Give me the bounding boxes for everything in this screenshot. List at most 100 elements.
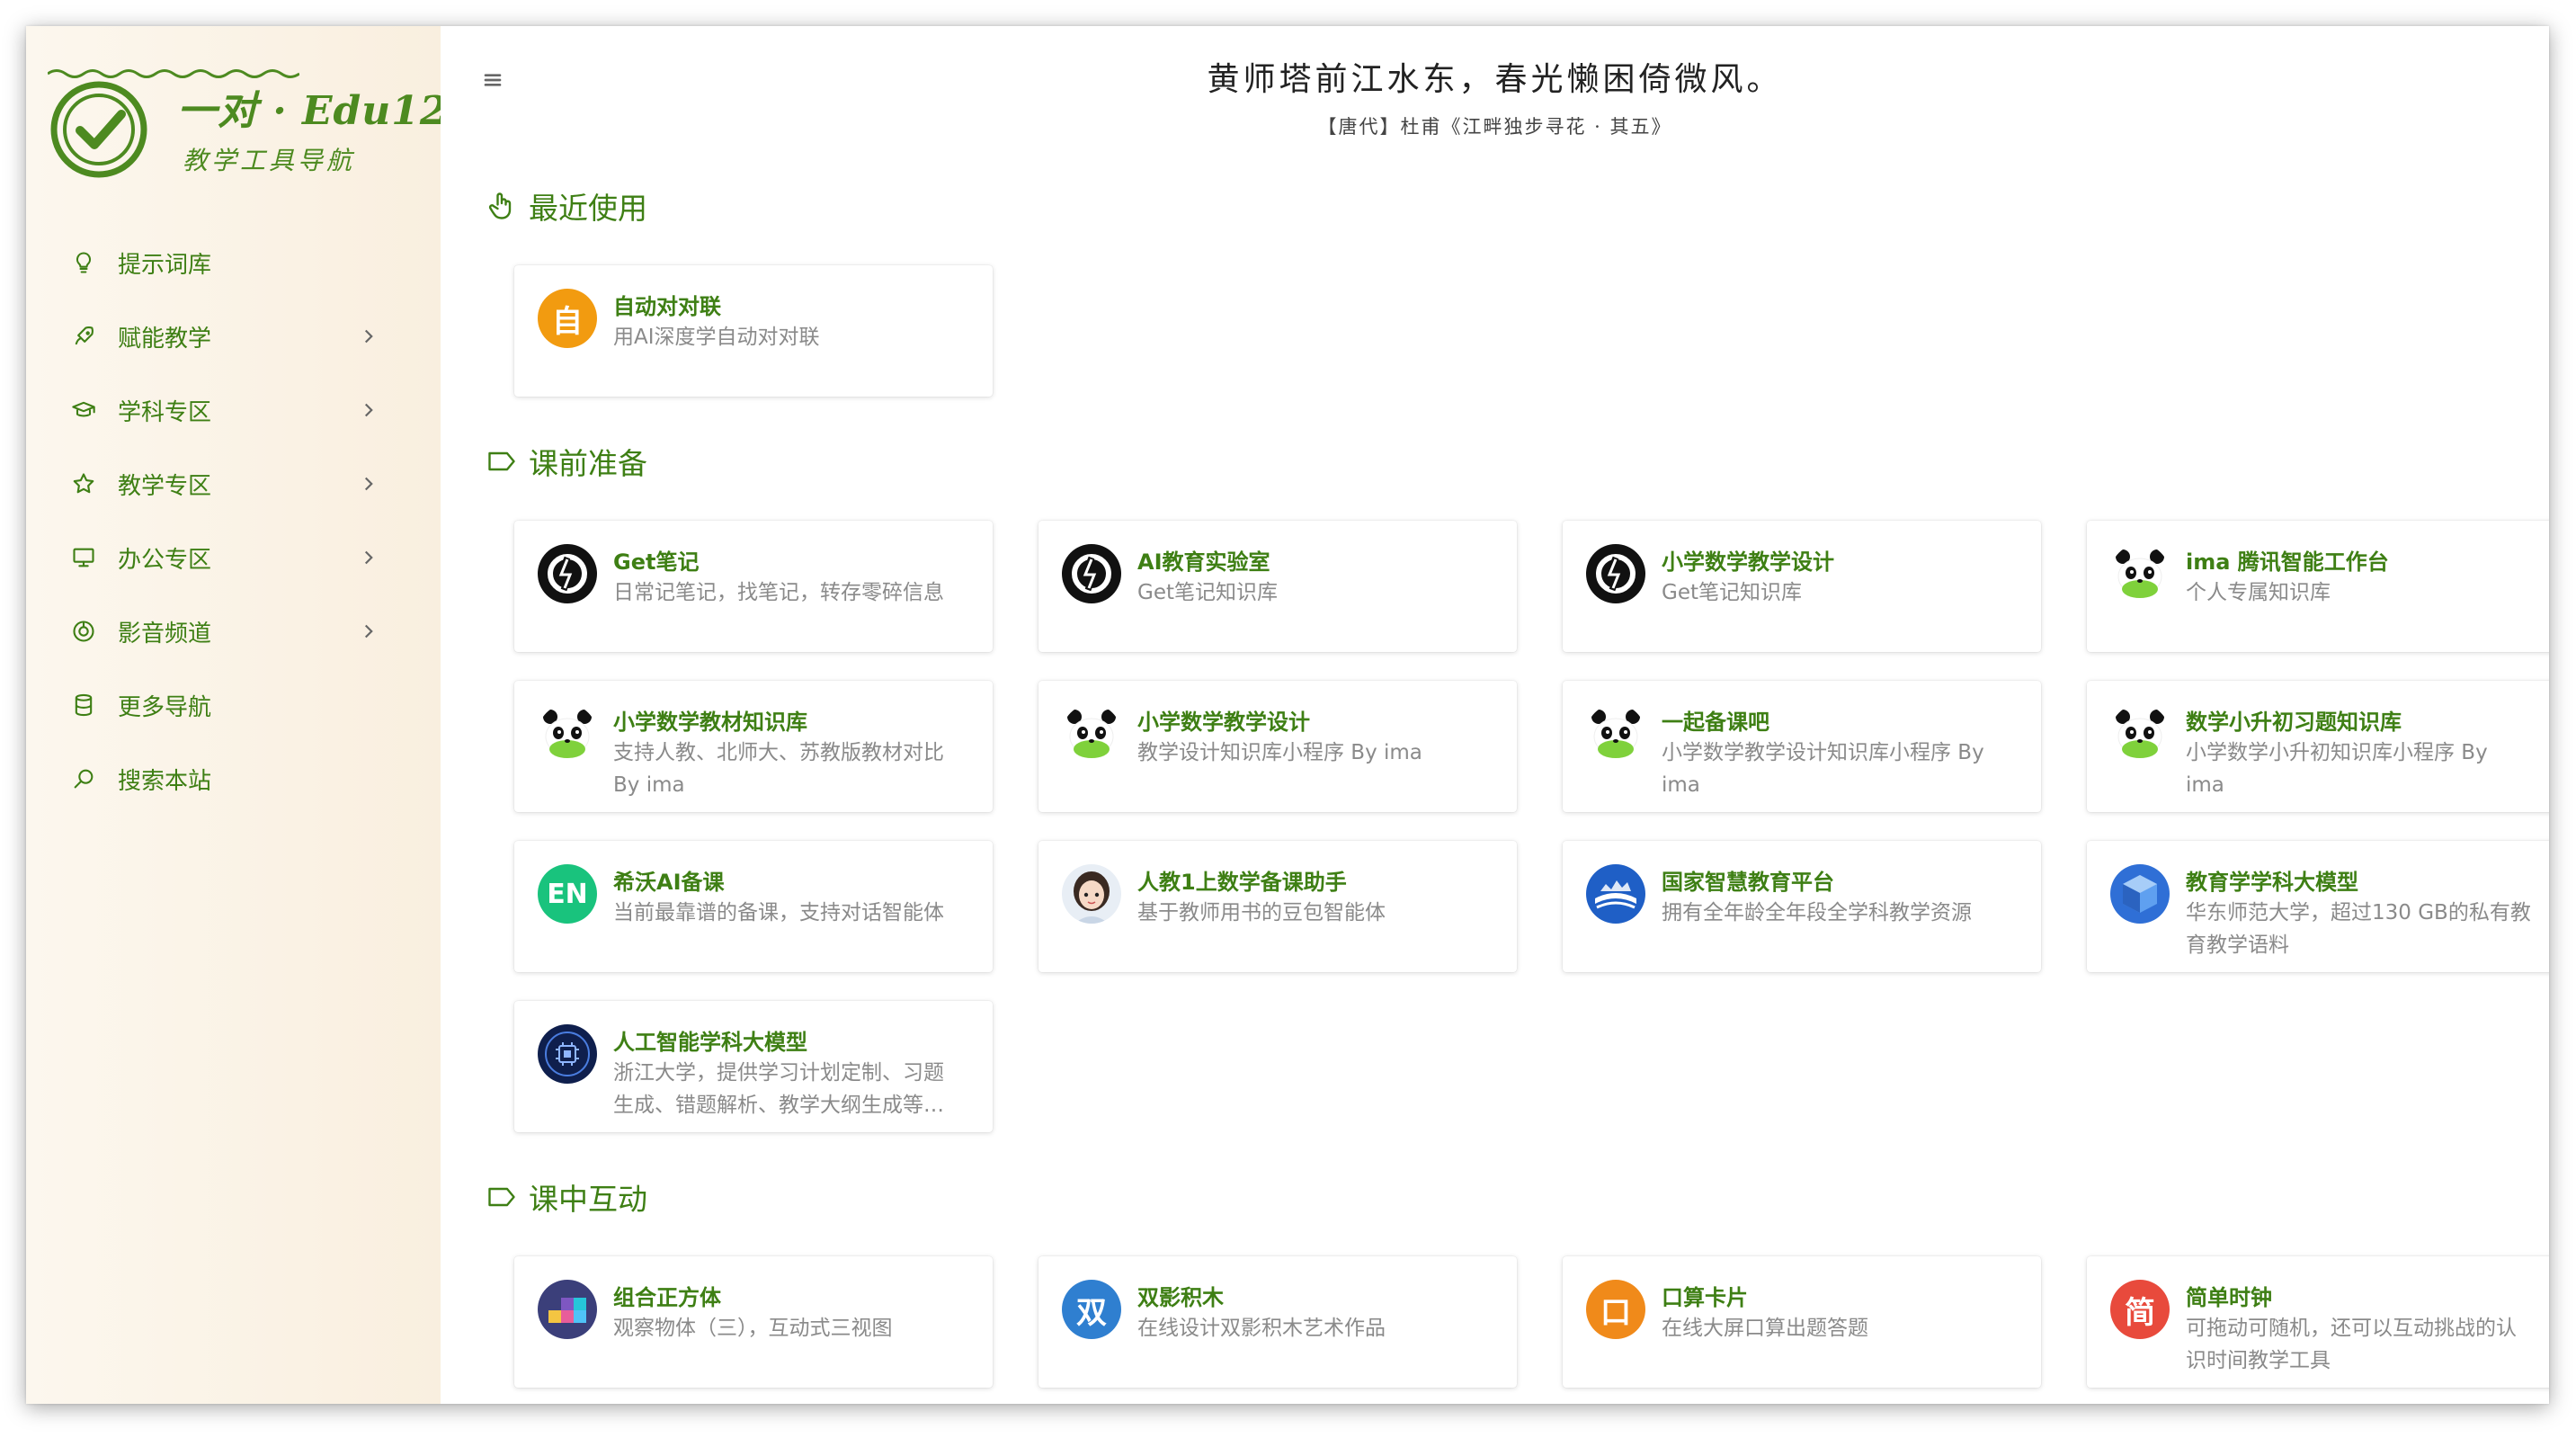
section-title-label: 课中互动 — [529, 1182, 647, 1217]
cube-logo-icon — [2110, 864, 2170, 924]
char-avatar: 自 — [538, 289, 597, 348]
tool-card-ima-workspace[interactable]: ima 腾讯智能工作台 个人专属知识库 — [2087, 521, 2549, 652]
hand-pointer-icon — [488, 192, 512, 219]
card-description: 可拖动可随机，还可以互动挑战的认识时间教学工具 — [2186, 1317, 2517, 1372]
char-avatar: 简 — [2110, 1280, 2170, 1339]
chevron-right-icon — [364, 624, 373, 639]
card-title: 人工智能学科大模型 — [613, 1030, 807, 1055]
tool-card-simple-clock[interactable]: 简 简单时钟 可拖动可随机，还可以互动挑战的认识时间教学工具 — [2087, 1256, 2549, 1388]
section-title-prep: 课前准备 — [486, 440, 647, 483]
get-logo-icon — [538, 544, 597, 603]
cubes-logo-icon — [538, 1280, 597, 1339]
card-description: 用AI深度学自动对对联 — [613, 326, 820, 349]
sidebar-item-more-nav[interactable]: 更多导航 — [26, 668, 441, 742]
chevron-right-icon — [364, 329, 373, 344]
sidebar-item-label: 办公专区 — [118, 546, 212, 574]
card-description: 小学数学小升初知识库小程序 By ima — [2186, 741, 2488, 797]
browser-window: 一对 · Edu123 教学工具导航 提示词库 赋能教学 学科专区 教学专区 办… — [26, 26, 2549, 1404]
card-title: 国家智慧教育平台 — [1662, 870, 1834, 895]
sidebar-item-label: 教学专区 — [118, 472, 212, 500]
tool-card-get-notes[interactable]: Get笔记 日常记笔记，找笔记，转存零碎信息 — [514, 521, 993, 652]
tool-card-middle-school-exercises[interactable]: 数学小升初习题知识库 小学数学小升初知识库小程序 By ima — [2087, 681, 2549, 812]
chip-logo-icon — [538, 1024, 597, 1084]
card-title: 一起备课吧 — [1662, 710, 1769, 735]
tool-card-cube-combo[interactable]: 组合正方体 观察物体（三），互动式三视图 — [514, 1256, 993, 1388]
card-title: 小学数学教材知识库 — [613, 710, 807, 735]
tool-card-ai-edu-lab[interactable]: AI教育实验室 Get笔记知识库 — [1038, 521, 1517, 652]
card-title: 数学小升初习题知识库 — [2186, 710, 2402, 735]
tool-card-seewo-ai[interactable]: EN 希沃AI备课 当前最靠谱的备课，支持对话智能体 — [514, 841, 993, 972]
card-description: 观察物体（三），互动式三视图 — [613, 1317, 893, 1340]
star-icon — [69, 469, 98, 498]
tool-card-math-design-ima[interactable]: 小学数学教学设计 教学设计知识库小程序 By ima — [1038, 681, 1517, 812]
card-title: 简单时钟 — [2186, 1285, 2272, 1310]
card-title: ima 腾讯智能工作台 — [2186, 549, 2389, 575]
card-title: Get笔记 — [613, 549, 700, 575]
graduation-cap-icon — [69, 396, 98, 424]
en-logo-icon: EN — [538, 864, 597, 924]
sidebar-item-label: 影音频道 — [118, 620, 212, 648]
card-title: 人教1上数学备课助手 — [1137, 870, 1347, 895]
card-description: 在线设计双影积木艺术作品 — [1137, 1317, 1386, 1340]
sidebar-item-label: 提示词库 — [118, 251, 212, 279]
card-title: 组合正方体 — [613, 1285, 721, 1310]
sidebar-item-label: 搜索本站 — [118, 767, 212, 795]
get-logo-icon — [1586, 544, 1645, 603]
tool-card-mental-math-cards[interactable]: 口 口算卡片 在线大屏口算出题答题 — [1563, 1256, 2041, 1388]
site-logo[interactable]: 一对 · Edu123 教学工具导航 — [48, 67, 476, 193]
tool-card-education-llm[interactable]: 教育学学科大模型 华东师范大学，超过130 GB的私有教育教学语料 — [2087, 841, 2549, 972]
section-title-label: 课前准备 — [529, 446, 647, 481]
girl-avatar-icon — [1062, 864, 1121, 924]
card-description: 个人专属知识库 — [2186, 581, 2331, 604]
tool-card-smart-edu-platform[interactable]: 国家智慧教育平台 拥有全年龄全年段全学科教学资源 — [1563, 841, 2041, 972]
tool-card-lesson-prep-together[interactable]: 一起备课吧 小学数学教学设计知识库小程序 By ima — [1563, 681, 2041, 812]
sidebar-item-label: 更多导航 — [118, 693, 212, 721]
tool-card-ai-subject-llm[interactable]: 人工智能学科大模型 浙江大学，提供学习计划定制、习题生成、错题解析、教学大纲生成… — [514, 1001, 993, 1132]
card-description: 日常记笔记，找笔记，转存零碎信息 — [613, 581, 944, 604]
main-content: 黄师塔前江水东，春光懒困倚微风。 【唐代】杜甫《江畔独步寻花 · 其五》 最近使… — [441, 26, 2549, 1404]
char-avatar: 口 — [1586, 1280, 1645, 1339]
card-title: 希沃AI备课 — [613, 870, 725, 895]
logo-subtitle: 教学工具导航 — [183, 146, 356, 175]
card-title: 口算卡片 — [1662, 1285, 1748, 1310]
tool-card-auto-couplet[interactable]: 自 自动对对联 用AI深度学自动对对联 — [514, 265, 993, 397]
tool-card-math-textbook-kb[interactable]: 小学数学教材知识库 支持人教、北师大、苏教版教材对比 By ima — [514, 681, 993, 812]
card-title: 教育学学科大模型 — [2186, 870, 2358, 895]
search-icon — [69, 764, 98, 793]
panda-icon — [1586, 704, 1645, 764]
lightbulb-icon — [69, 248, 98, 277]
card-title: 自动对对联 — [613, 294, 721, 319]
sidebar-item-label: 赋能教学 — [118, 325, 212, 353]
card-description: 华东师范大学，超过130 GB的私有教育教学语料 — [2186, 901, 2531, 957]
sidebar-item-subjects[interactable]: 学科专区 — [26, 373, 441, 447]
section-title-recent: 最近使用 — [486, 184, 647, 228]
chevron-right-icon — [364, 477, 373, 491]
card-description: 拥有全年龄全年段全学科教学资源 — [1662, 901, 1972, 924]
get-logo-icon — [1062, 544, 1121, 603]
checkmark-logo-icon — [50, 81, 147, 178]
logo-wave-underline — [48, 69, 299, 78]
tool-card-shadow-blocks[interactable]: 双 双影积木 在线设计双影积木艺术作品 — [1038, 1256, 1517, 1388]
sidebar-item-prompts[interactable]: 提示词库 — [26, 226, 441, 299]
card-description: 在线大屏口算出题答题 — [1662, 1317, 1868, 1340]
card-description: Get笔记知识库 — [1662, 581, 1802, 604]
card-description: 浙江大学，提供学习计划定制、习题生成、错题解析、教学大纲生成等功能 — [613, 1061, 944, 1117]
sidebar: 一对 · Edu123 教学工具导航 提示词库 赋能教学 学科专区 教学专区 办… — [26, 26, 476, 1404]
sidebar-item-label: 学科专区 — [118, 398, 212, 426]
sidebar-item-video[interactable]: 影音频道 — [26, 594, 441, 668]
sidebar-item-office[interactable]: 办公专区 — [26, 521, 441, 594]
tool-card-math-design-get[interactable]: 小学数学教学设计 Get笔记知识库 — [1563, 521, 2041, 652]
sidebar-item-teaching[interactable]: 教学专区 — [26, 447, 441, 521]
sidebar-item-search[interactable]: 搜索本站 — [26, 742, 441, 816]
sidebar-item-empower-teaching[interactable]: 赋能教学 — [26, 299, 441, 373]
card-title: 双影积木 — [1137, 1285, 1224, 1310]
chevron-right-icon — [364, 550, 373, 565]
poem-header: 黄师塔前江水东，春光懒困倚微风。 【唐代】杜甫《江畔独步寻花 · 其五》 — [441, 53, 2549, 139]
tool-card-pep-math-assistant[interactable]: 人教1上数学备课助手 基于教师用书的豆包智能体 — [1038, 841, 1517, 972]
card-description: 当前最靠谱的备课，支持对话智能体 — [613, 901, 944, 924]
card-description: 支持人教、北师大、苏教版教材对比 By ima — [613, 741, 944, 797]
logo-title: 一对 · Edu123 — [177, 88, 477, 134]
card-title: AI教育实验室 — [1137, 549, 1270, 575]
card-title: 小学数学教学设计 — [1662, 549, 1834, 575]
poem-line: 黄师塔前江水东，春光懒困倚微风。 — [1207, 61, 1783, 98]
